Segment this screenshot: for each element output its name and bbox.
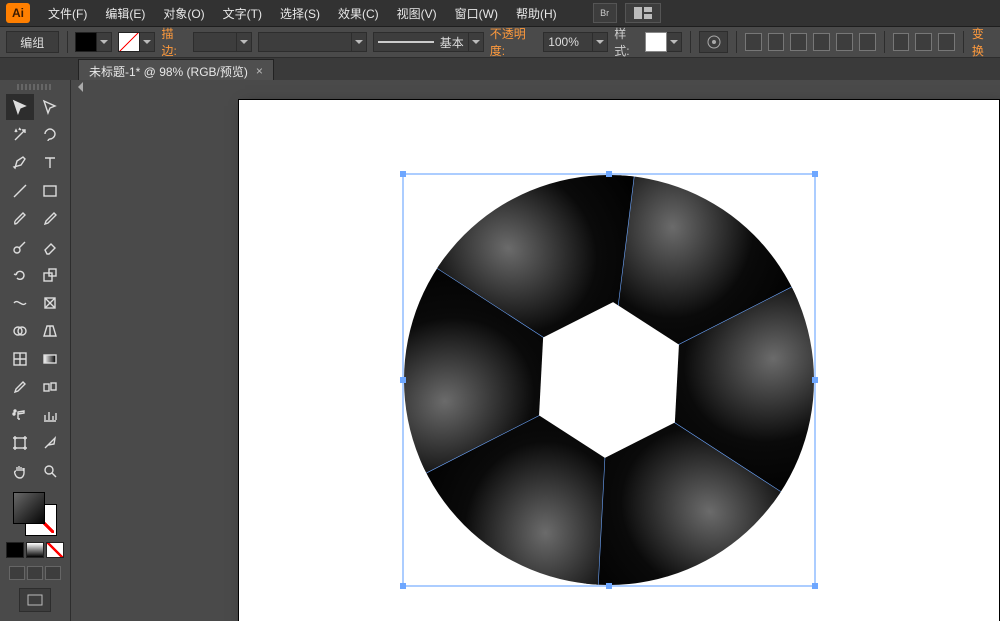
fill-swatch[interactable] (75, 32, 112, 52)
recolor-button[interactable] (699, 31, 727, 53)
menu-effect[interactable]: 效果(C) (330, 2, 387, 25)
color-mode-solid-icon[interactable] (6, 542, 24, 558)
menu-help[interactable]: 帮助(H) (508, 2, 565, 25)
shape-builder-tool[interactable] (6, 318, 34, 344)
artboard[interactable] (239, 100, 999, 621)
align-bottom-icon[interactable] (859, 33, 876, 51)
graph-tool[interactable] (36, 402, 64, 428)
opacity-label: 不透明度: (490, 25, 537, 59)
align-left-icon[interactable] (745, 33, 762, 51)
options-bar: 编组 描边: 基本 不透明度: 100% 样式: 变换 (0, 27, 1000, 58)
blend-tool[interactable] (36, 374, 64, 400)
panel-collapse-icon[interactable] (73, 82, 83, 92)
bridge-button[interactable]: Br (593, 3, 617, 23)
rectangle-tool[interactable] (36, 178, 64, 204)
dist-bottom-icon[interactable] (938, 33, 955, 51)
symbol-sprayer-tool[interactable] (6, 402, 34, 428)
zoom-tool[interactable] (36, 458, 64, 484)
menu-object[interactable]: 对象(O) (155, 2, 212, 25)
toolbox-grip-icon[interactable] (17, 84, 53, 90)
style-label: 样式: (614, 25, 639, 59)
stroke-label: 描边: (161, 25, 186, 59)
graphic-style[interactable] (645, 32, 682, 52)
menu-view[interactable]: 视图(V) (389, 2, 445, 25)
gradient-tool[interactable] (36, 346, 64, 372)
screen-mode-button[interactable] (19, 588, 51, 612)
artboard-tool[interactable] (6, 430, 34, 456)
dist-top-icon[interactable] (893, 33, 910, 51)
brush-def[interactable]: 基本 (373, 32, 484, 52)
close-tab-icon[interactable]: × (256, 64, 263, 78)
menu-file[interactable]: 文件(F) (40, 2, 95, 25)
lasso-tool[interactable] (36, 122, 64, 148)
stroke-swatch[interactable] (118, 32, 155, 52)
color-mode-none-icon[interactable] (46, 542, 64, 558)
draw-normal-icon[interactable] (9, 566, 25, 580)
brush-style-label: 基本 (440, 34, 464, 51)
rotate-tool[interactable] (6, 262, 34, 288)
width-tool[interactable] (6, 290, 34, 316)
paintbrush-tool[interactable] (6, 206, 34, 232)
eraser-tool[interactable] (36, 234, 64, 260)
selection-tool[interactable] (6, 94, 34, 120)
align-top-icon[interactable] (813, 33, 830, 51)
var-width-profile[interactable] (258, 32, 367, 52)
toolbox (0, 80, 71, 621)
scale-tool[interactable] (36, 262, 64, 288)
draw-behind-icon[interactable] (27, 566, 43, 580)
aperture-artwork[interactable] (399, 170, 819, 590)
menu-edit[interactable]: 编辑(E) (97, 2, 153, 25)
menu-select[interactable]: 选择(S) (272, 2, 328, 25)
stroke-weight-field[interactable] (193, 32, 252, 52)
slice-tool[interactable] (36, 430, 64, 456)
color-mode-gradient-icon[interactable] (26, 542, 44, 558)
app-logo-icon: Ai (6, 3, 30, 23)
fill-color-icon[interactable] (13, 492, 45, 524)
magic-wand-tool[interactable] (6, 122, 34, 148)
opacity-field[interactable]: 100% (543, 32, 608, 52)
menu-type[interactable]: 文字(T) (215, 2, 270, 25)
align-hcenter-icon[interactable] (768, 33, 785, 51)
align-right-icon[interactable] (790, 33, 807, 51)
type-tool[interactable] (36, 150, 64, 176)
fill-stroke-control[interactable] (13, 492, 57, 536)
free-transform-tool[interactable] (36, 290, 64, 316)
menu-bar: Ai 文件(F) 编辑(E) 对象(O) 文字(T) 选择(S) 效果(C) 视… (0, 0, 1000, 27)
blob-brush-tool[interactable] (6, 234, 34, 260)
doc-tab-title: 未标题-1* @ 98% (RGB/预览) (89, 63, 248, 80)
hand-tool[interactable] (6, 458, 34, 484)
direct-selection-tool[interactable] (36, 94, 64, 120)
dist-vcenter-icon[interactable] (915, 33, 932, 51)
doc-tab[interactable]: 未标题-1* @ 98% (RGB/预览) × (78, 59, 274, 82)
arrange-docs-button[interactable] (625, 3, 661, 23)
canvas-area[interactable] (71, 80, 1000, 621)
menu-window[interactable]: 窗口(W) (447, 2, 506, 25)
align-vcenter-icon[interactable] (836, 33, 853, 51)
mesh-tool[interactable] (6, 346, 34, 372)
pencil-tool[interactable] (36, 206, 64, 232)
eyedropper-tool[interactable] (6, 374, 34, 400)
edit-group-button[interactable]: 编组 (6, 31, 59, 53)
pen-tool[interactable] (6, 150, 34, 176)
draw-inside-icon[interactable] (45, 566, 61, 580)
transform-label[interactable]: 变换 (972, 25, 994, 59)
perspective-tool[interactable] (36, 318, 64, 344)
line-tool[interactable] (6, 178, 34, 204)
